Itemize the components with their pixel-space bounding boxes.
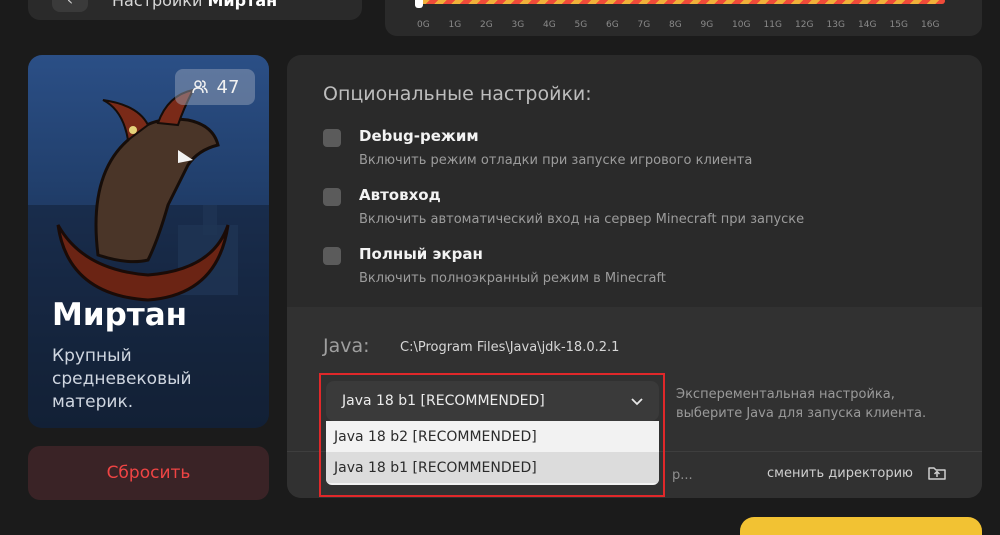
play-button[interactable] — [740, 517, 982, 535]
ram-tick-label: 10G — [732, 20, 751, 30]
server-name: Миртан — [52, 297, 188, 333]
ram-tick-label: 11G — [763, 20, 782, 30]
ram-tick-label: 1G — [448, 20, 462, 30]
reset-button[interactable]: Сбросить — [28, 446, 269, 500]
server-description: Крупный средневековый материк. — [52, 346, 192, 412]
debug-checkbox[interactable] — [323, 129, 341, 147]
directory-path: р... — [672, 468, 693, 483]
option-description: Включить режим отладки при запуске игров… — [359, 153, 753, 168]
page-title: Настройки Миртан — [112, 0, 278, 10]
ram-slider-track[interactable] — [415, 0, 945, 4]
online-count: 47 — [216, 76, 240, 98]
ram-tick-label: 3G — [511, 20, 525, 30]
ram-slider-panel: 0G 1G 2G 3G 4G 5G 6G 7G 8G 9G 10G 11G 12G 13G 14G 15G 16… — [385, 0, 982, 36]
ram-tick-label: 13G — [826, 20, 845, 30]
option-label: Debug-режим — [359, 127, 479, 145]
arrow-left-icon: ‹ — [67, 0, 73, 9]
ram-tick-label: 8G — [669, 20, 682, 30]
ram-tick-label: 16G — [921, 20, 940, 30]
ram-tick-label: 0G — [417, 20, 430, 30]
java-hint: Эксперементальная настройка, выберите Ja… — [676, 387, 927, 421]
option-label: Автовход — [359, 186, 441, 204]
fullscreen-checkbox[interactable] — [323, 247, 341, 265]
back-button[interactable]: ‹ — [52, 0, 88, 12]
ram-tick-label: 4G — [543, 20, 556, 30]
chevron-down-icon — [631, 398, 643, 406]
java-selected-value: Java 18 b1 [RECOMMENDED] — [342, 393, 545, 409]
users-icon — [191, 80, 208, 94]
server-card: 47 Миртан Крупный средневековый материк. — [28, 55, 269, 428]
option-description: Включить автоматический вход на сервер M… — [359, 212, 805, 227]
ram-tick-label: 9G — [700, 20, 714, 30]
ram-tick-label: 12G — [795, 20, 814, 30]
ram-slider-thumb[interactable] — [415, 0, 423, 8]
optional-settings-title: Опциональные настройки: — [323, 83, 592, 105]
ram-tick-label: 2G — [480, 20, 493, 30]
ram-tick-label: 6G — [606, 20, 619, 30]
java-version-select[interactable]: Java 18 b1 [RECOMMENDED] — [326, 381, 659, 421]
java-dropdown-list: Java 18 b2 [RECOMMENDED] Java 18 b1 [REC… — [326, 421, 659, 485]
ram-tick-label: 5G — [574, 20, 588, 30]
autologin-checkbox[interactable] — [323, 188, 341, 206]
online-badge: 47 — [175, 69, 255, 105]
java-path: C:\Program Files\Java\jdk-18.0.2.1 — [400, 340, 620, 355]
change-directory-link[interactable]: сменить директорию — [767, 466, 913, 481]
option-label: Полный экран — [359, 245, 483, 263]
ram-ticks: 0G 1G 2G 3G 4G 5G 6G 7G 8G 9G 10G 11G 12G 13G 14G 15G 16… — [417, 20, 953, 30]
java-option[interactable]: Java 18 b2 [RECOMMENDED] — [326, 421, 659, 452]
ram-tick-label: 14G — [858, 20, 877, 30]
ram-tick-label: 15G — [889, 20, 908, 30]
java-option-selected[interactable]: Java 18 b1 [RECOMMENDED] — [326, 452, 659, 483]
java-label: Java: — [323, 335, 370, 357]
option-description: Включить полноэкранный режим в Minecraft — [359, 271, 666, 286]
ram-tick-label: 7G — [637, 20, 651, 30]
folder-upload-icon[interactable] — [927, 463, 947, 483]
